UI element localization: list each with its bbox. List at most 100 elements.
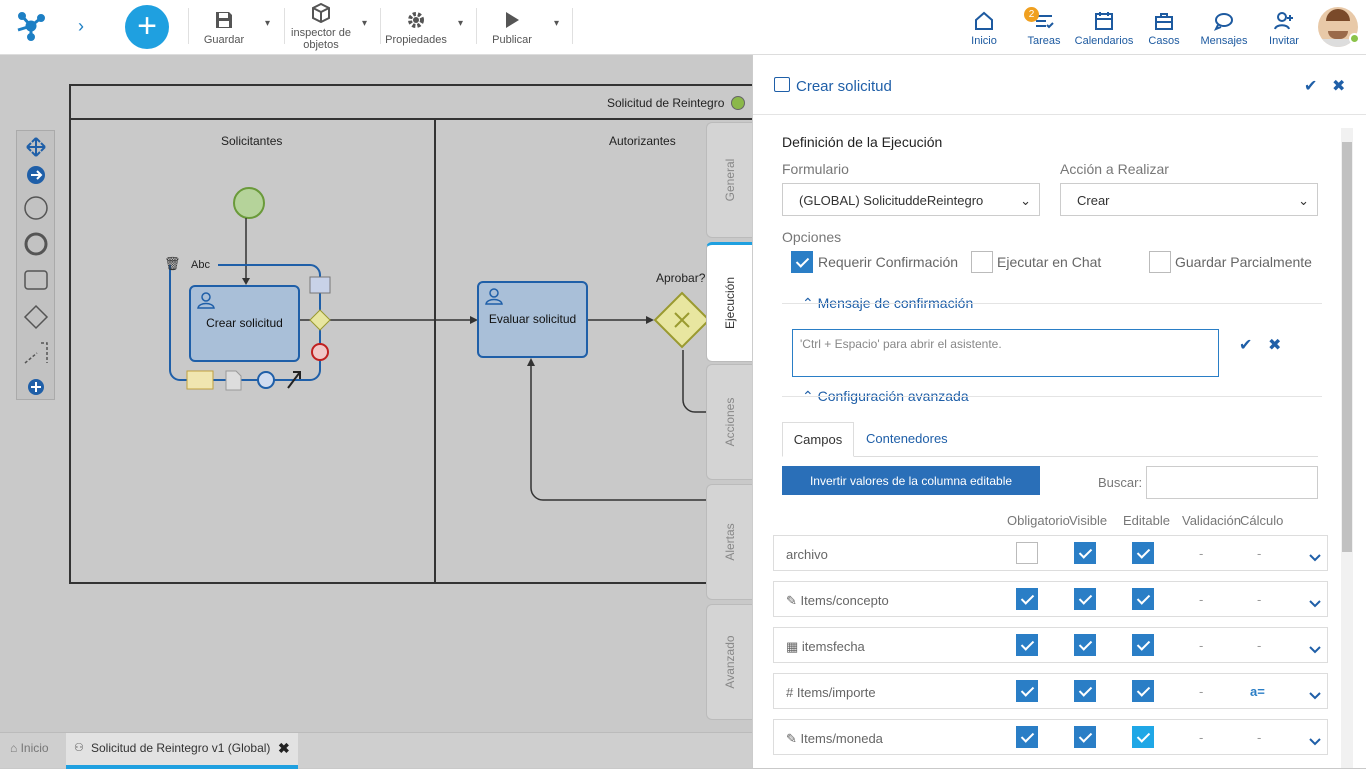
confirm-icon[interactable]: ✔ (1304, 76, 1317, 96)
expand-row-icon[interactable] (1309, 642, 1321, 657)
nav-invite[interactable]: Invitar (1266, 10, 1302, 47)
editable-checkbox[interactable] (1132, 680, 1154, 702)
field-type-icon: ▦ (786, 639, 799, 654)
field-name-text: archivo (786, 547, 828, 562)
close-tab-icon[interactable]: ✖ (278, 740, 290, 757)
confirm-message-textarea[interactable]: 'Ctrl + Espacio' para abrir el asistente… (792, 329, 1219, 377)
tab-alertas[interactable]: Alertas (706, 484, 753, 600)
table-row[interactable]: # Items/importe - a= (773, 673, 1328, 709)
field-name: ✎ Items/moneda (786, 731, 883, 747)
invert-editable-label: Invertir valores de la columna editable (809, 474, 1013, 488)
table-row[interactable]: archivo - - (773, 535, 1328, 571)
task-evaluar-solicitud[interactable]: Evaluar solicitud (477, 281, 588, 358)
table-row[interactable]: ✎ Items/concepto - - (773, 581, 1328, 617)
tab-campos[interactable]: Campos (782, 422, 854, 457)
field-type-icon: ✎ (786, 731, 797, 746)
required-checkbox[interactable] (1016, 680, 1038, 702)
invert-editable-button[interactable]: Invertir valores de la columna editable (782, 466, 1040, 495)
nav-calendars-label: Calendarios (1074, 35, 1134, 47)
delete-icon[interactable]: 🗑 (164, 256, 181, 272)
section-title: Definición de la Ejecución (782, 134, 943, 150)
visible-checkbox[interactable] (1074, 634, 1096, 656)
tab-contenedores[interactable]: Contenedores (866, 431, 948, 446)
accept-message-icon[interactable]: ✔ (1239, 335, 1252, 355)
expand-row-icon[interactable] (1309, 734, 1321, 749)
table-row[interactable]: ▦ itemsfecha - - (773, 627, 1328, 663)
annotation-icon (24, 342, 48, 364)
col-calculo: Cálculo (1240, 513, 1284, 528)
search-label: Buscar: (1098, 475, 1143, 490)
task-label: Evaluar solicitud (488, 312, 577, 326)
bottom-home-tab[interactable]: ⌂ Inicio (10, 741, 49, 755)
calendar-icon (1095, 12, 1113, 30)
nav-calendars[interactable]: Calendarios (1074, 10, 1134, 47)
field-name: archivo (786, 547, 828, 562)
visible-checkbox[interactable] (1074, 726, 1096, 748)
execute-in-chat-checkbox[interactable] (971, 251, 993, 273)
form-select[interactable]: (GLOBAL) SolicituddeReintegro ⌄ (782, 183, 1040, 216)
home-icon (975, 11, 993, 30)
more-shapes-icon (28, 379, 44, 395)
tab-acciones[interactable]: Acciones (706, 364, 753, 480)
editable-checkbox[interactable] (1132, 726, 1154, 748)
close-icon[interactable]: ✖ (1332, 76, 1345, 96)
table-row[interactable]: ✎ Items/moneda - - (773, 719, 1328, 755)
panel-scrollbar[interactable] (1341, 128, 1353, 768)
editable-checkbox[interactable] (1132, 634, 1154, 656)
edit-label-tool[interactable]: Abc (191, 259, 210, 271)
validation-value: - (1199, 684, 1204, 699)
nav-tasks[interactable]: Tareas 2 (1024, 7, 1064, 47)
panel-title: Crear solicitud (796, 78, 892, 95)
require-confirmation-checkbox[interactable] (791, 251, 813, 273)
editable-checkbox[interactable] (1132, 588, 1154, 610)
save-partially-checkbox[interactable] (1149, 251, 1171, 273)
tab-avanzado[interactable]: Avanzado (706, 604, 753, 720)
action-select[interactable]: Crear ⌄ (1060, 183, 1318, 216)
field-name-text: Items/moneda (800, 731, 883, 746)
required-checkbox[interactable] (1016, 542, 1038, 564)
expand-row-icon[interactable] (1309, 688, 1321, 703)
required-checkbox[interactable] (1016, 726, 1038, 748)
nav-tasks-label: Tareas (1027, 35, 1061, 47)
col-visible: Visible (1069, 513, 1108, 528)
nav-cases[interactable]: Casos (1146, 10, 1182, 47)
chevron-down-icon: ⌄ (1298, 193, 1309, 208)
expand-row-icon[interactable] (1309, 550, 1321, 565)
col-obligatorio: Obligatorio (1007, 513, 1070, 528)
task-icon (774, 77, 790, 92)
field-type-icon: # (786, 685, 794, 700)
bottom-diagram-tab[interactable]: ⚇ Solicitud de Reintegro v1 (Global) ✖ (66, 733, 298, 769)
calculation-value: - (1257, 592, 1262, 607)
visible-checkbox[interactable] (1074, 588, 1096, 610)
col-editable: Editable (1123, 513, 1170, 528)
field-name: ▦ itemsfecha (786, 639, 865, 655)
visible-checkbox[interactable] (1074, 542, 1096, 564)
formula-icon[interactable]: a= (1250, 684, 1265, 699)
nav-messages-label: Mensajes (1200, 35, 1248, 47)
task-crear-solicitud[interactable]: Crear solicitud (189, 285, 300, 362)
connector-icon (27, 166, 45, 184)
tab-general-label: General (723, 158, 737, 202)
briefcase-icon (1155, 13, 1173, 30)
nav-messages[interactable]: Mensajes (1198, 10, 1250, 47)
field-name: ✎ Items/concepto (786, 593, 889, 609)
end-event-icon (24, 232, 48, 256)
tab-ejecucion[interactable]: Ejecución (706, 242, 753, 362)
expand-row-icon[interactable] (1309, 596, 1321, 611)
require-confirmation-label: Requerir Confirmación (818, 254, 959, 270)
calculation-value: - (1257, 546, 1262, 561)
diagram-connectors (169, 187, 711, 501)
diagram-tab-icon: ⚇ (74, 742, 84, 754)
required-checkbox[interactable] (1016, 588, 1038, 610)
cancel-message-icon[interactable]: ✖ (1268, 335, 1281, 355)
action-label: Acción a Realizar (1060, 161, 1169, 177)
shape-palette (16, 130, 55, 400)
editable-checkbox[interactable] (1132, 542, 1154, 564)
required-checkbox[interactable] (1016, 634, 1038, 656)
visible-checkbox[interactable] (1074, 680, 1096, 702)
search-input[interactable] (1146, 466, 1318, 499)
tab-avanzado-label: Avanzado (723, 635, 737, 689)
calculation-value: - (1257, 638, 1262, 653)
tab-general[interactable]: General (706, 122, 753, 238)
nav-home[interactable]: Inicio (966, 10, 1002, 47)
